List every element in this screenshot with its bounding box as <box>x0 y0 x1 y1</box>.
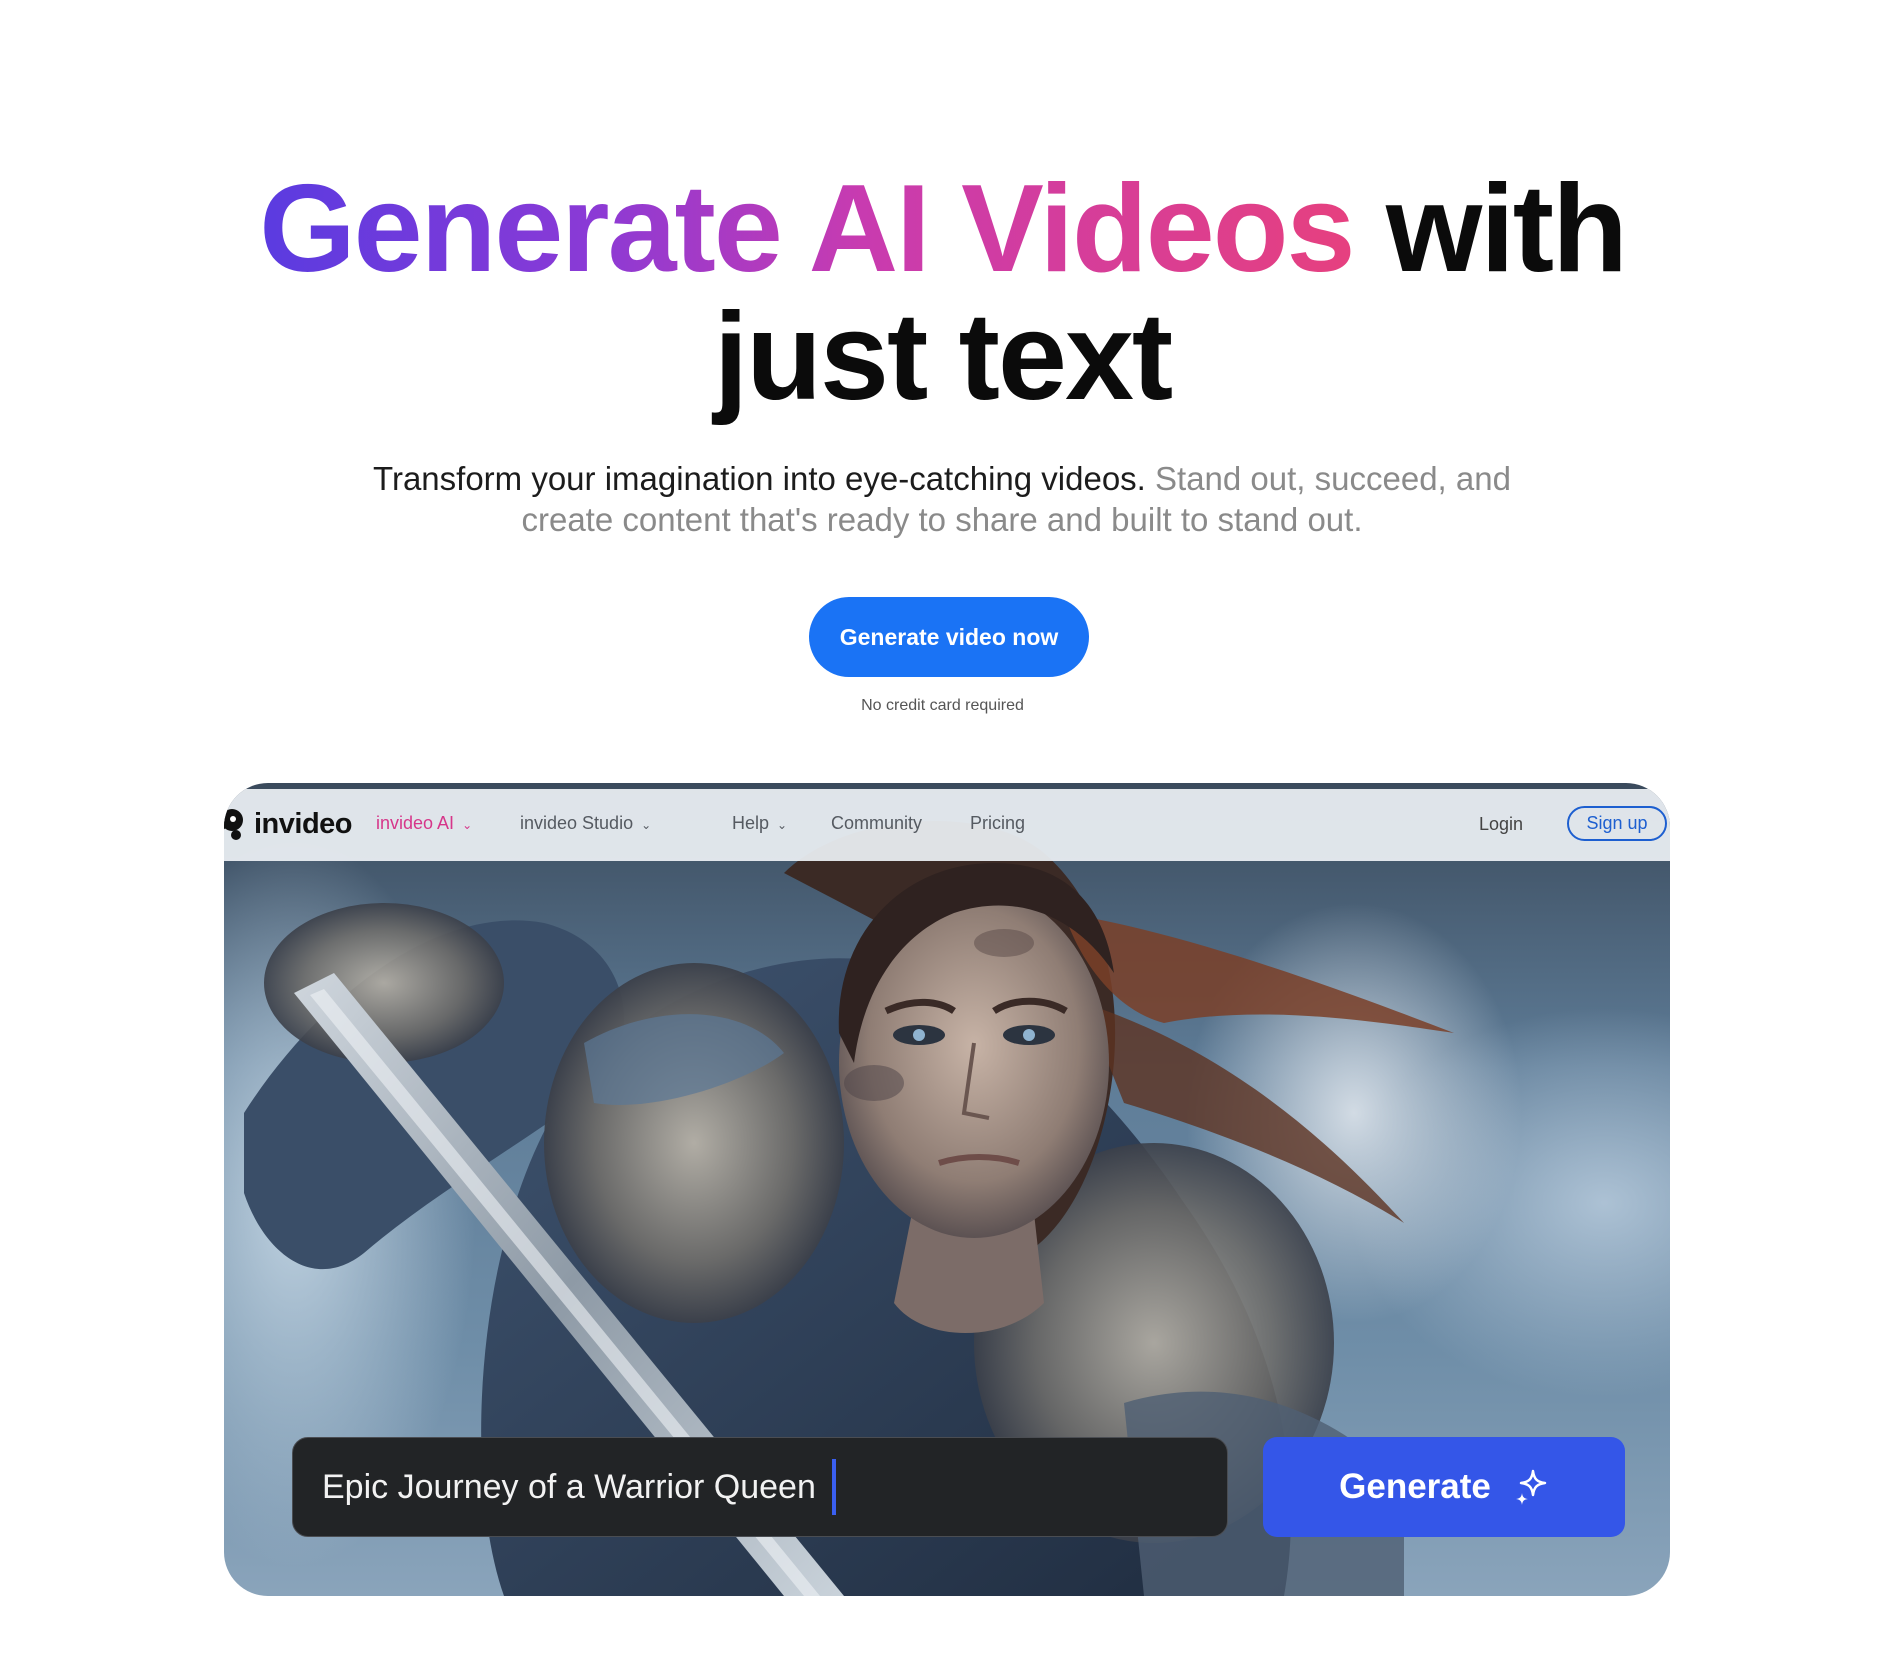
generate-button[interactable]: Generate <box>1263 1437 1625 1537</box>
chevron-down-icon: ⌄ <box>641 817 652 832</box>
hero-subtitle: Transform your imagination into eye-catc… <box>342 458 1542 540</box>
invideo-logo-icon <box>224 809 243 840</box>
prompt-input[interactable]: Epic Journey of a Warrior Queen <box>292 1437 1228 1537</box>
nav-item-label: Help <box>732 813 770 833</box>
text-caret <box>831 1459 836 1515</box>
logo-text: invideo <box>254 807 353 840</box>
chevron-down-icon: ⌄ <box>777 817 788 832</box>
nav-item-pricing[interactable]: Pricing <box>970 813 1025 834</box>
generate-video-now-button[interactable]: Generate video now <box>809 597 1089 677</box>
prompt-input-value: Epic Journey of a Warrior Queen <box>322 1467 816 1506</box>
hero-title-rest: with <box>1353 160 1628 298</box>
nav-item-community[interactable]: Community <box>831 813 922 834</box>
invideo-logo[interactable]: invideo <box>224 807 353 841</box>
hero-title-line2: just text <box>713 288 1173 426</box>
sparkle-icon <box>1515 1469 1547 1505</box>
nav-item-label: invideo AI <box>376 813 455 833</box>
sign-up-button[interactable]: Sign up <box>1567 806 1667 841</box>
nav-item-label: Community <box>831 813 923 833</box>
hero-title: Generate AI Videos with just text <box>0 165 1885 421</box>
no-credit-card-note: No credit card required <box>861 697 1024 714</box>
login-link[interactable]: Login <box>1479 814 1523 835</box>
nav-item-invideo-ai[interactable]: invideo AI ⌄ <box>376 813 472 834</box>
hero-subtitle-strong: Transform your imagination into eye-catc… <box>373 460 1146 497</box>
nav-item-label: Pricing <box>970 813 1026 833</box>
video-preview: invideo invideo AI ⌄ invideo Studio ⌄ He… <box>224 783 1670 1596</box>
generate-button-label: Generate <box>1339 1467 1491 1506</box>
nav-item-help[interactable]: Help ⌄ <box>732 813 787 834</box>
chevron-down-icon: ⌄ <box>462 817 473 832</box>
preview-navbar: invideo invideo AI ⌄ invideo Studio ⌄ He… <box>224 789 1670 861</box>
nav-item-invideo-studio[interactable]: invideo Studio ⌄ <box>520 813 651 834</box>
nav-item-label: invideo Studio <box>520 813 634 833</box>
hero-title-highlight: Generate AI Videos <box>259 160 1355 298</box>
